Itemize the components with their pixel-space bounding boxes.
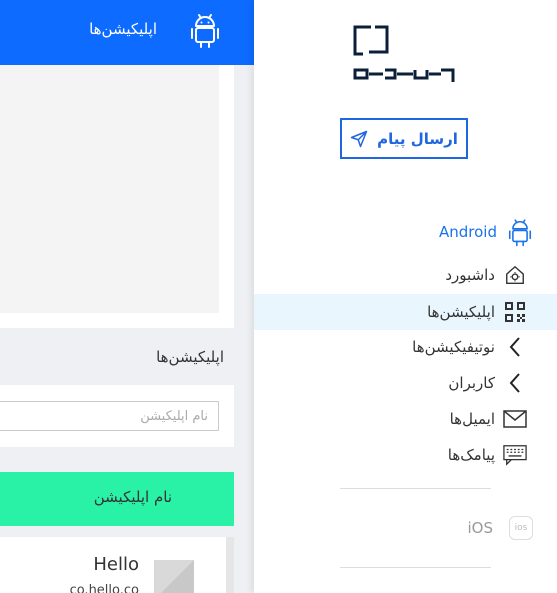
list-header: نام اپلیکیشن [0, 472, 234, 526]
brand-logo [353, 25, 455, 82]
sidebar-item-dashboard[interactable]: داشبورد [445, 257, 527, 293]
sidebar-item-label: کاربران [448, 374, 495, 392]
card-shadow [226, 537, 234, 593]
sidebar-item-label: پیامک‌ها [447, 446, 495, 464]
search-card [0, 385, 234, 447]
sidebar-item-notifications[interactable]: نوتیفیکیشن‌ها [412, 329, 527, 365]
chevron-left-icon [503, 371, 527, 395]
sms-keyboard-icon [503, 443, 527, 467]
send-message-label: ارسال پیام [377, 129, 458, 148]
chart-placeholder [0, 65, 219, 313]
page-title: اپلیکیشن‌ها [89, 20, 157, 38]
envelope-icon [503, 407, 527, 431]
send-message-button[interactable]: ارسال پیام [340, 118, 468, 159]
sidebar-item-emails[interactable]: ایمیل‌ها [450, 401, 527, 437]
app-search-input[interactable] [0, 401, 219, 431]
ios-icon: ios [509, 516, 533, 540]
sidebar-divider [340, 567, 491, 568]
app-list-item[interactable]: Hello co.hello.co [0, 537, 234, 593]
sidebar-divider [340, 488, 491, 489]
app-header: اپلیکیشن‌ها [0, 0, 254, 65]
sidebar-item-sms[interactable]: پیامک‌ها [448, 437, 527, 473]
section-title: اپلیکیشن‌ها [156, 348, 224, 366]
sidebar-item-apps[interactable]: اپلیکیشن‌ها [254, 294, 557, 330]
sidebar: ارسال پیام Android [254, 0, 557, 593]
chart-card [0, 65, 234, 328]
android-icon [508, 219, 532, 247]
platform-android-label: Android [439, 223, 497, 241]
dashboard-gear-icon [503, 263, 527, 287]
platform-ios-label: iOS [467, 519, 494, 537]
qr-apps-icon [503, 300, 527, 324]
sidebar-item-label: اپلیکیشن‌ها [427, 303, 495, 321]
android-icon [191, 14, 219, 48]
app-name: Hello [93, 554, 139, 575]
chevron-left-icon [503, 335, 527, 359]
app-icon [154, 560, 194, 593]
main-content: اپلیکیشن‌ها اپلیکیشن‌ها نام اپلیکیشن Hel… [0, 0, 254, 593]
list-header-label: نام اپلیکیشن [93, 488, 172, 506]
app-package: co.hello.co [69, 583, 139, 593]
sidebar-item-label: نوتیفیکیشن‌ها [412, 338, 495, 356]
send-icon [350, 130, 368, 147]
platform-android[interactable]: Android [439, 216, 533, 248]
sidebar-item-label: داشبورد [445, 266, 495, 284]
sidebar-item-users[interactable]: کاربران [448, 365, 527, 401]
platform-ios[interactable]: ios iOS [467, 512, 533, 544]
sidebar-item-label: ایمیل‌ها [449, 410, 495, 428]
